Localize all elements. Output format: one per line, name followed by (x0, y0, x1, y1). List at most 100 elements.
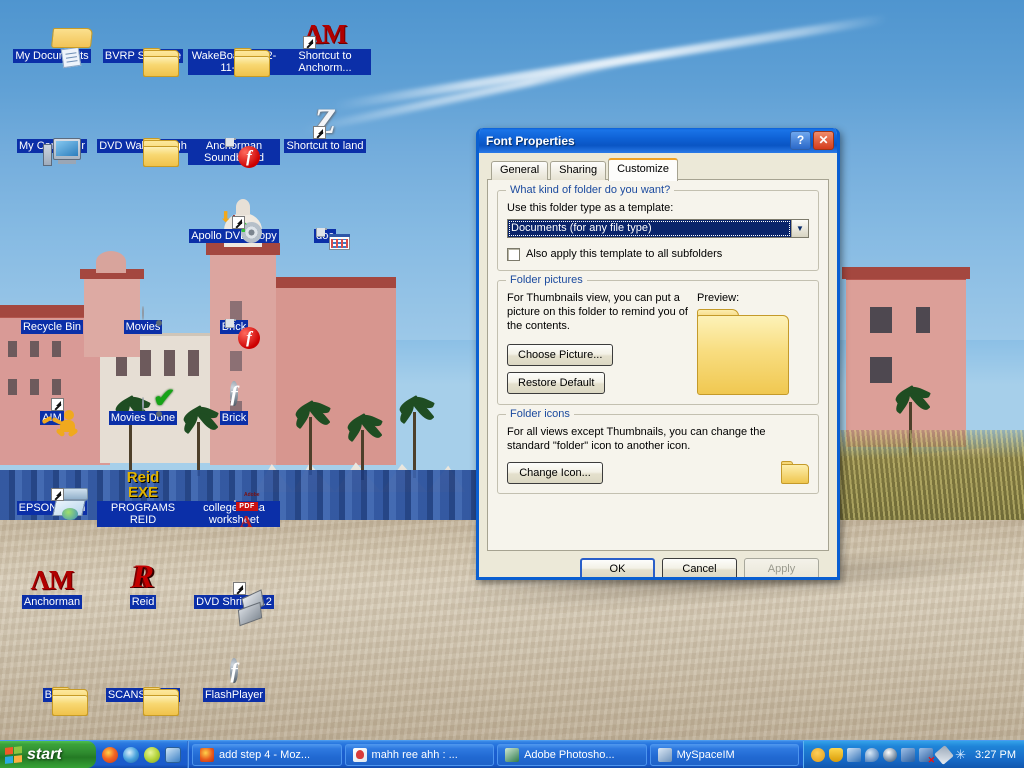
network-connected-icon[interactable] (901, 747, 916, 762)
desktop-icon[interactable]: ⬆⬇Apollo DVD Copy (186, 184, 282, 243)
desktop-icon-glyph (186, 550, 282, 627)
apply-button: Apply (744, 558, 819, 577)
desktop-icon[interactable]: AIM (4, 366, 100, 438)
desktop-icon-glyph: ΛM (277, 4, 373, 49)
desktop-icon[interactable]: f FlashPlayer (186, 643, 282, 702)
desktop-icon-glyph: f (186, 275, 282, 349)
cd-disc-icon: ✔ (142, 385, 176, 412)
task-button-myspaceim[interactable]: MySpaceIM (649, 743, 800, 766)
desktop-icon-label: Anchorman Soundboard (188, 139, 280, 165)
desktop-icon[interactable]: EPSON Scan (4, 456, 100, 520)
desktop-icon[interactable]: fBrick (186, 275, 282, 349)
desktop-icon[interactable]: fBrick (186, 366, 282, 425)
flash-player-icon: f (230, 658, 238, 683)
cancel-button[interactable]: Cancel (662, 558, 737, 577)
desktop-icon-label: college fafsa worksheet (188, 501, 280, 527)
customize-tab-panel: What kind of folder do you want? Use thi… (487, 179, 829, 551)
dialog-title-bar[interactable]: Font Properties ? ✕ (479, 128, 837, 153)
desktop-icon[interactable]: My Computer (4, 94, 100, 166)
desktop-icon-glyph (4, 456, 100, 520)
media-player-icon[interactable] (165, 746, 181, 763)
change-icon-button[interactable]: Change Icon... (507, 462, 603, 484)
desktop-icon[interactable]: Bill (4, 643, 100, 716)
desktop-icon[interactable]: Z Shortcut to land (277, 94, 373, 153)
tab-sharing[interactable]: Sharing (550, 161, 607, 180)
desktop-icon-glyph (95, 94, 191, 167)
desktop-icon-label: Movies Done (108, 411, 178, 425)
internet-explorer-icon[interactable] (123, 746, 139, 763)
photoshop-icon (505, 747, 520, 762)
desktop-icon-glyph: PDF A Adobe (186, 456, 282, 530)
desktop-icon[interactable]: doc (277, 184, 373, 250)
folder-type-group: What kind of folder do you want? Use thi… (497, 184, 819, 271)
apply-subfolders-label: Also apply this template to all subfolde… (526, 248, 723, 260)
desktop-icon[interactable]: Recycle Bin (4, 275, 100, 334)
dialog-title: Font Properties (486, 133, 575, 148)
folder-template-value: Documents (for any file type) (508, 220, 791, 237)
desktop-icon[interactable]: R Reid (95, 550, 191, 609)
help-button[interactable]: ? (790, 131, 811, 150)
apply-subfolders-checkbox[interactable] (507, 247, 520, 261)
desktop-icon[interactable]: BVRP Software (95, 4, 191, 77)
desktop-icon[interactable]: ✔ Movies Done (95, 366, 191, 425)
shortcut-arrow-icon (233, 582, 246, 595)
security-shield-icon[interactable] (829, 747, 844, 762)
speed-gauge-icon[interactable] (883, 747, 898, 762)
desktop-icon[interactable]: My Documents (4, 4, 100, 69)
network-disconnected-icon[interactable] (919, 747, 935, 766)
shortcut-arrow-icon (232, 216, 245, 229)
dialog-footer: OK Cancel Apply (487, 551, 829, 577)
desktop-icon[interactable]: WakeBoarding 2-11-07 (186, 4, 282, 77)
desktop-icon-label: Shortcut to land (284, 139, 366, 153)
search-icon[interactable] (865, 747, 880, 762)
desktop-icon[interactable]: Movies (95, 275, 191, 334)
choose-picture-button[interactable]: Choose Picture... (507, 344, 614, 366)
firefox-icon (200, 747, 214, 762)
chevron-down-icon[interactable]: ▼ (791, 220, 808, 237)
show-desktop-icon[interactable] (144, 746, 160, 763)
shortcut-arrow-icon (313, 126, 326, 139)
desktop-icon[interactable]: fAnchorman Soundboard (186, 94, 282, 168)
font-properties-dialog: Font Properties ? ✕ General Sharing Cust… (476, 128, 840, 580)
folder-template-dropdown[interactable]: Documents (for any file type) ▼ (507, 219, 809, 238)
desktop-icon[interactable]: Reid EXE PROGRAMS REID (95, 456, 191, 527)
task-button-aim[interactable]: mahh ree ahh : ... (344, 743, 495, 766)
shortcut-arrow-icon (51, 398, 64, 411)
desktop-icon[interactable]: DVD Walkthrough (95, 94, 191, 167)
desktop-icon[interactable]: DVD Shrink 3.2 (186, 550, 282, 627)
folder-icons-group: Folder icons For all views except Thumbn… (497, 408, 819, 494)
desktop-icon-glyph (95, 643, 191, 716)
clock[interactable]: 3:27 PM (975, 749, 1016, 761)
ok-button[interactable]: OK (580, 558, 655, 577)
desktop-icon-glyph: Reid EXE (95, 456, 191, 500)
taskbar: start add step 4 - Moz... mahh ree ahh :… (0, 740, 1024, 768)
folder-preview-image (697, 309, 789, 395)
start-button-label: start (27, 745, 62, 763)
reid-icon: R (131, 559, 154, 595)
pen-icon[interactable] (934, 744, 954, 765)
quick-launch-bar (96, 741, 188, 768)
apply-subfolders-row[interactable]: Also apply this template to all subfolde… (507, 247, 809, 261)
start-button[interactable]: start (0, 741, 96, 768)
desktop-icon[interactable]: ΛM Shortcut to Anchorm... (277, 4, 373, 75)
desktop-icon[interactable]: SCANS Home (95, 643, 191, 716)
desktop-icon-glyph: R (95, 550, 191, 594)
desktop-icon-glyph: f (186, 643, 282, 687)
task-label: add step 4 - Moz... (219, 748, 311, 761)
aim-running-man-icon[interactable] (811, 747, 826, 762)
network-icon[interactable] (847, 747, 862, 762)
desktop-icon-label: Apollo DVD Copy (189, 229, 279, 243)
task-button-firefox[interactable]: add step 4 - Moz... (192, 743, 342, 766)
sparkle-icon[interactable]: ✳ (955, 748, 966, 761)
desktop-icon[interactable]: PDF A Adobe college fafsa worksheet (186, 456, 282, 530)
folder-pictures-description: For Thumbnails view, you can put a pictu… (507, 292, 688, 332)
desktop-icon[interactable]: ΛM Anchorman (4, 550, 100, 609)
task-button-photoshop[interactable]: Adobe Photosho... (497, 743, 647, 766)
firefox-icon[interactable] (102, 746, 118, 763)
close-button[interactable]: ✕ (813, 131, 834, 150)
shortcut-arrow-icon (51, 488, 64, 501)
restore-default-button[interactable]: Restore Default (507, 372, 606, 394)
tab-customize[interactable]: Customize (608, 158, 679, 181)
aim-icon (352, 747, 367, 762)
tab-general[interactable]: General (491, 161, 549, 180)
